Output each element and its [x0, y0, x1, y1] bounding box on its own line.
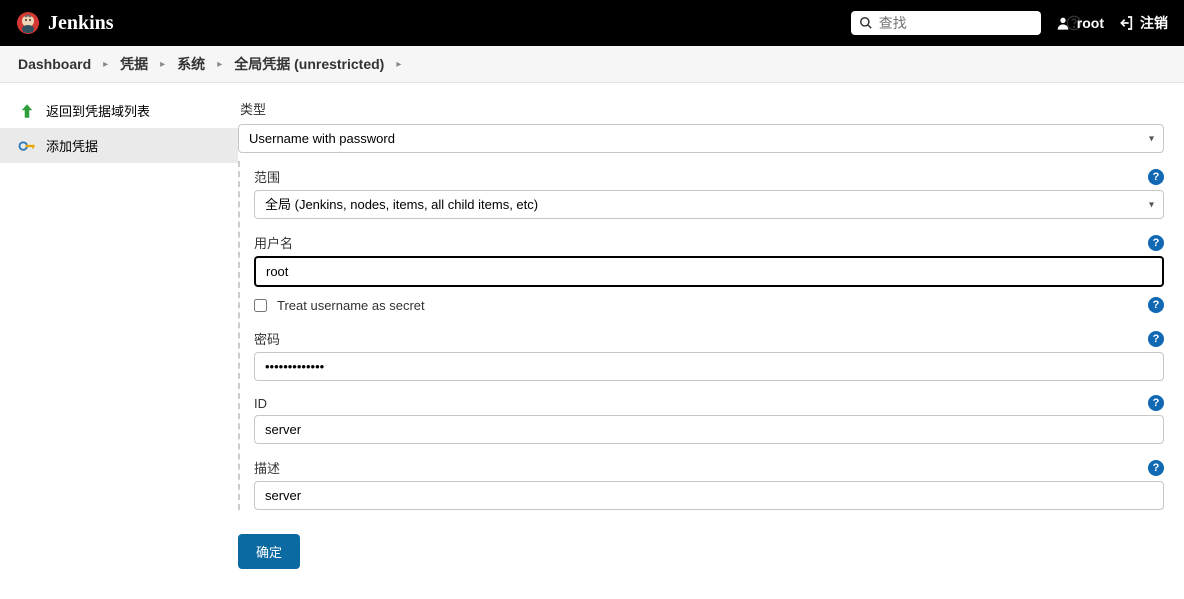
sidebar-item-back[interactable]: 返回到凭据域列表: [0, 93, 238, 128]
sidebar-item-label: 返回到凭据域列表: [46, 101, 150, 120]
user-icon: [1055, 15, 1071, 31]
up-arrow-icon: [18, 102, 36, 120]
help-icon[interactable]: ?: [1148, 460, 1164, 476]
treat-username-secret-label: Treat username as secret: [277, 298, 425, 313]
submit-button[interactable]: 确定: [238, 534, 300, 569]
id-input[interactable]: [254, 415, 1164, 444]
sidebar-item-add-credential[interactable]: 添加凭据: [0, 128, 238, 163]
password-input[interactable]: [254, 352, 1164, 381]
breadcrumb-item[interactable]: 凭据: [120, 54, 148, 74]
treat-username-secret-checkbox[interactable]: [254, 299, 267, 312]
scope-select[interactable]: 全局 (Jenkins, nodes, items, all child ite…: [254, 190, 1164, 219]
brand-text: Jenkins: [48, 12, 114, 35]
help-icon[interactable]: ?: [1148, 235, 1164, 251]
breadcrumb-item[interactable]: Dashboard: [18, 56, 91, 72]
description-input[interactable]: [254, 481, 1164, 510]
username-input[interactable]: [254, 256, 1164, 287]
sidebar: 返回到凭据域列表 添加凭据: [0, 83, 238, 599]
credentials-icon: [18, 137, 36, 155]
search-box[interactable]: [851, 11, 1041, 35]
chevron-right-icon: ▸: [396, 59, 401, 70]
help-icon[interactable]: ?: [1148, 169, 1164, 185]
help-icon[interactable]: ?: [1148, 297, 1164, 313]
password-label: 密码: [254, 329, 280, 348]
search-input[interactable]: [879, 15, 1060, 31]
credential-fields: 范围 ? 全局 (Jenkins, nodes, items, all chil…: [238, 161, 1164, 510]
type-label: 类型: [238, 99, 1164, 124]
top-header: Jenkins root 注销: [0, 0, 1184, 46]
help-icon[interactable]: ?: [1148, 331, 1164, 347]
id-label: ID: [254, 396, 267, 411]
user-name: root: [1077, 15, 1104, 31]
help-icon[interactable]: ?: [1148, 395, 1164, 411]
chevron-right-icon: ▸: [103, 59, 108, 70]
scope-label: 范围: [254, 167, 280, 186]
logout-link[interactable]: 注销: [1118, 13, 1168, 33]
description-label: 描述: [254, 458, 280, 477]
chevron-right-icon: ▸: [160, 59, 165, 70]
user-menu[interactable]: root: [1055, 15, 1104, 31]
search-icon: [859, 16, 873, 30]
breadcrumb: Dashboard ▸ 凭据 ▸ 系统 ▸ 全局凭据 (unrestricted…: [0, 46, 1184, 83]
username-label: 用户名: [254, 233, 293, 252]
logout-icon: [1118, 15, 1134, 31]
chevron-right-icon: ▸: [217, 59, 222, 70]
sidebar-item-label: 添加凭据: [46, 136, 98, 155]
type-select[interactable]: Username with password: [238, 124, 1164, 153]
main-area: 返回到凭据域列表 添加凭据 类型 Username with password …: [0, 83, 1184, 599]
content: 类型 Username with password ▾ 范围 ? 全局 (Jen…: [238, 83, 1184, 599]
jenkins-icon: [16, 11, 40, 35]
breadcrumb-item[interactable]: 系统: [177, 54, 205, 74]
breadcrumb-item[interactable]: 全局凭据 (unrestricted): [234, 54, 384, 74]
logout-label: 注销: [1140, 13, 1168, 33]
brand[interactable]: Jenkins: [16, 11, 114, 35]
